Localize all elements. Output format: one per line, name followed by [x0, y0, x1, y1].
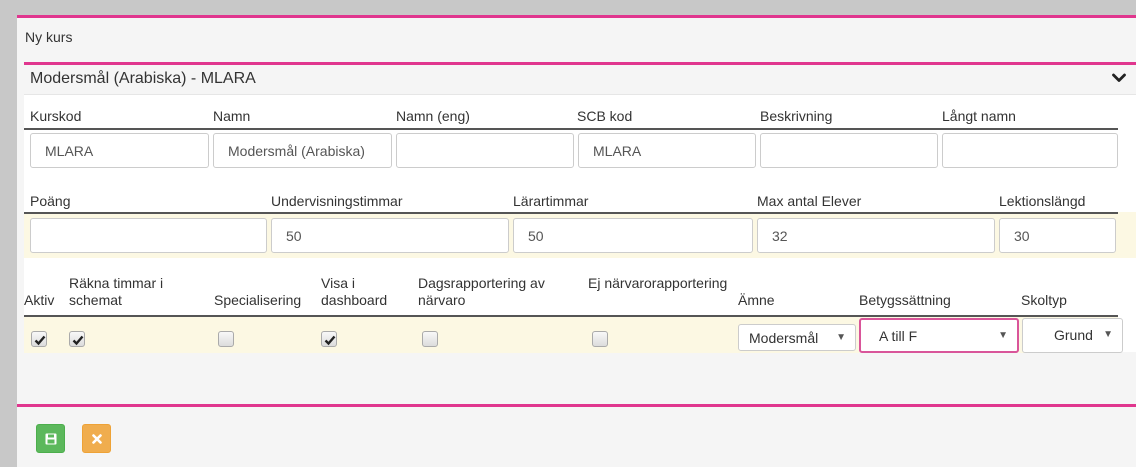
row1-header-divider [24, 128, 1118, 130]
header-ej-narvaro: Ej närvarorapportering [588, 275, 728, 291]
save-button[interactable] [36, 424, 65, 453]
header-betygssattning: Betygssättning [859, 292, 951, 308]
chevron-down-icon[interactable] [1112, 71, 1126, 87]
cancel-button[interactable] [82, 424, 111, 453]
footer-divider [17, 404, 1136, 407]
lektionslangd-input[interactable] [999, 218, 1116, 253]
label-namn: Namn [213, 108, 251, 124]
panel-title: Ny kurs [25, 29, 73, 45]
skoltyp-select[interactable]: Grund ▼ [1022, 318, 1123, 353]
row3-header-divider [24, 315, 1118, 317]
checkmark-icon [324, 335, 336, 346]
label-beskrivning: Beskrivning [760, 108, 833, 124]
dagsrapportering-checkbox[interactable] [422, 331, 438, 347]
visa-dashboard-checkbox[interactable] [321, 331, 337, 347]
header-amne: Ämne [738, 292, 775, 308]
course-accordion-header[interactable]: Modersmål (Arabiska) - MLARA [24, 65, 1136, 95]
poang-input[interactable] [30, 218, 267, 253]
amne-select-value: Modersmål [749, 330, 819, 346]
beskrivning-input[interactable] [760, 133, 938, 168]
langt-namn-input[interactable] [942, 133, 1118, 168]
header-dagsrapportering: Dagsrapportering av närvaro [418, 275, 545, 308]
label-max-elever: Max antal Elever [757, 193, 862, 209]
label-scb-kod: SCB kod [577, 108, 633, 124]
undervisningstimmar-input[interactable] [271, 218, 509, 253]
larartimmar-input[interactable] [513, 218, 753, 253]
label-lektionslangd: Lektionslängd [999, 193, 1086, 209]
checkmark-icon [72, 335, 84, 346]
betygssattning-select-value: A till F [879, 328, 918, 344]
dropdown-arrow-icon: ▼ [998, 330, 1008, 341]
dropdown-arrow-icon: ▼ [1103, 329, 1113, 340]
amne-select[interactable]: Modersmål ▼ [738, 324, 856, 351]
course-form: Modersmål (Arabiska) - MLARA Kurskod Nam… [24, 62, 1136, 353]
new-course-panel: Ny kurs Modersmål (Arabiska) - MLARA Kur… [17, 15, 1136, 467]
close-icon [92, 434, 102, 444]
skoltyp-select-value: Grund [1054, 327, 1093, 343]
max-elever-input[interactable] [757, 218, 995, 253]
label-langt-namn: Långt namn [942, 108, 1016, 124]
course-title: Modersmål (Arabiska) - MLARA [30, 70, 256, 87]
namn-eng-input[interactable] [396, 133, 574, 168]
betygssattning-select[interactable]: A till F ▼ [859, 318, 1019, 353]
ej-narvaro-checkbox[interactable] [592, 331, 608, 347]
label-kurskod: Kurskod [30, 108, 82, 124]
label-undervisningstimmar: Undervisningstimmar [271, 193, 403, 209]
rakna-timmar-checkbox[interactable] [69, 331, 85, 347]
header-specialisering: Specialisering [214, 292, 302, 308]
kurskod-input[interactable] [30, 133, 209, 168]
row2-header-divider [24, 212, 1118, 214]
dropdown-arrow-icon: ▼ [836, 332, 846, 343]
header-visa-dashboard: Visa i dashboard [321, 275, 388, 308]
checkmark-icon [34, 335, 46, 346]
floppy-disk-icon [45, 433, 57, 445]
scb-kod-input[interactable] [578, 133, 756, 168]
label-larartimmar: Lärartimmar [513, 193, 589, 209]
label-namn-eng: Namn (eng) [396, 108, 470, 124]
header-aktiv: Aktiv [24, 292, 55, 308]
label-poang: Poäng [30, 193, 71, 209]
aktiv-checkbox[interactable] [31, 331, 47, 347]
namn-input[interactable] [213, 133, 392, 168]
header-skoltyp: Skoltyp [1021, 292, 1067, 308]
header-rakna-timmar: Räkna timmar i schemat [69, 275, 164, 308]
specialisering-checkbox[interactable] [218, 331, 234, 347]
